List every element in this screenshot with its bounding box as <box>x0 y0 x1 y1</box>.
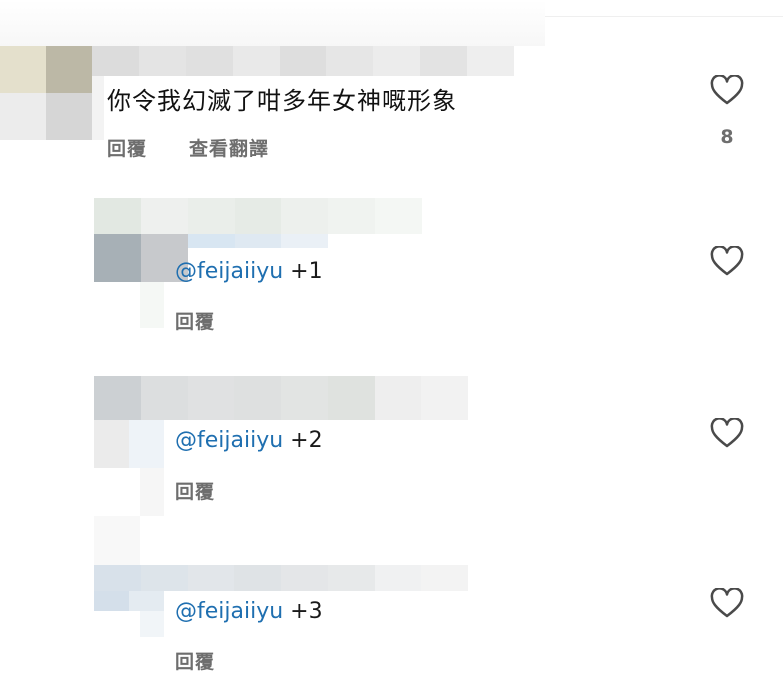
heart-outline-icon[interactable] <box>710 588 744 618</box>
redacted-strip <box>140 282 164 328</box>
comment-text: 你令我幻滅了咁多年女神嘅形象 <box>107 87 457 115</box>
reply-text: @feijaiiyu +2 <box>175 428 323 453</box>
mention-link[interactable]: @feijaiiyu <box>175 428 283 453</box>
top-fade <box>0 0 545 46</box>
redacted-username <box>94 376 468 420</box>
mention-link[interactable]: @feijaiiyu <box>175 599 283 624</box>
redacted-strip <box>140 611 164 637</box>
divider <box>545 16 783 17</box>
reply-button[interactable]: 回覆 <box>175 647 215 674</box>
redacted-username <box>92 46 514 76</box>
reply-text: @feijaiiyu +3 <box>175 599 323 624</box>
mention-link[interactable]: @feijaiiyu <box>175 259 283 284</box>
see-translation-button[interactable]: 查看翻譯 <box>189 134 269 161</box>
redacted-avatar <box>94 234 188 282</box>
redacted-username <box>94 198 422 234</box>
redacted-avatar <box>94 420 164 468</box>
redacted-strip <box>140 468 164 516</box>
redacted-strip <box>188 234 328 248</box>
redacted-username <box>94 565 468 591</box>
heart-outline-icon[interactable] <box>710 75 744 105</box>
reply-button[interactable]: 回覆 <box>175 307 215 334</box>
redacted-avatar <box>94 591 164 611</box>
like-count: 8 <box>720 126 734 148</box>
redacted-strip <box>94 516 140 566</box>
redacted-avatar <box>0 46 92 140</box>
reply-button[interactable]: 回覆 <box>175 477 215 504</box>
redacted-avatar-edge <box>92 76 104 140</box>
reply-text: @feijaiiyu +1 <box>175 259 323 284</box>
heart-outline-icon[interactable] <box>710 418 744 448</box>
reply-button[interactable]: 回覆 <box>107 134 147 161</box>
heart-outline-icon[interactable] <box>710 246 744 276</box>
